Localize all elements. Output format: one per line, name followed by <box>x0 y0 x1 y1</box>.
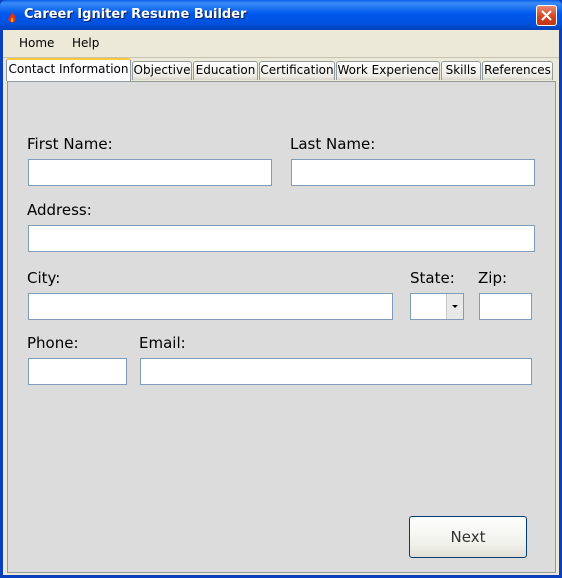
close-button[interactable] <box>536 5 557 26</box>
tab-certification[interactable]: Certification <box>259 61 335 80</box>
state-select[interactable] <box>410 293 464 320</box>
city-label: City: <box>27 269 61 287</box>
title-bar[interactable]: Career Igniter Resume Builder <box>0 0 562 30</box>
phone-label: Phone: <box>27 334 79 352</box>
tab-work-experience[interactable]: Work Experience <box>336 61 440 80</box>
menu-bar: Home Help <box>3 30 559 58</box>
email-field[interactable] <box>140 358 532 385</box>
zip-field[interactable] <box>479 293 532 320</box>
app-window: Career Igniter Resume Builder Home Help … <box>0 0 562 578</box>
app-icon <box>6 9 18 23</box>
state-dropdown-button[interactable] <box>446 294 463 319</box>
first-name-field[interactable] <box>28 159 272 186</box>
window-title: Career Igniter Resume Builder <box>24 7 247 22</box>
contact-information-panel: First Name: Last Name: Address: City: St… <box>7 81 556 573</box>
menu-item-home[interactable]: Home <box>19 36 54 50</box>
close-icon <box>541 10 552 21</box>
email-label: Email: <box>139 334 186 352</box>
tab-contact-information[interactable]: Contact Information <box>6 58 131 81</box>
phone-field[interactable] <box>28 358 127 385</box>
state-label: State: <box>410 269 455 287</box>
client-area: Home Help Contact Information Objective … <box>3 30 559 575</box>
tab-education[interactable]: Education <box>193 61 258 80</box>
city-field[interactable] <box>28 293 393 320</box>
first-name-label: First Name: <box>27 135 113 153</box>
last-name-label: Last Name: <box>290 135 376 153</box>
chevron-down-icon <box>452 305 458 308</box>
address-field[interactable] <box>28 225 535 252</box>
tab-references[interactable]: References <box>482 61 553 80</box>
tab-skills[interactable]: Skills <box>441 61 481 80</box>
tab-strip: Contact Information Objective Education … <box>6 58 556 82</box>
address-label: Address: <box>27 201 92 219</box>
next-button[interactable]: Next <box>409 516 527 558</box>
menu-item-help[interactable]: Help <box>72 36 99 50</box>
last-name-field[interactable] <box>291 159 535 186</box>
tab-objective[interactable]: Objective <box>132 61 192 80</box>
zip-label: Zip: <box>478 269 508 287</box>
